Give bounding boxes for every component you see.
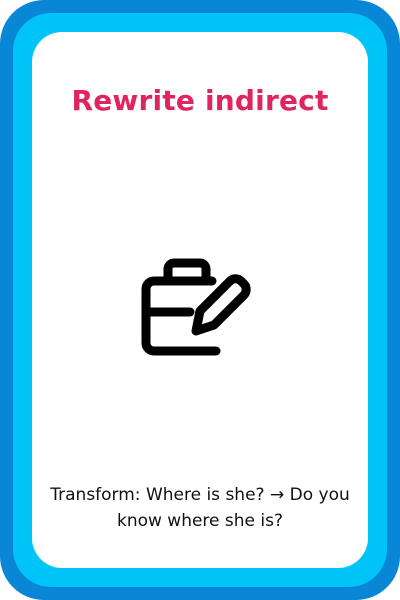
card-prompt-text: Transform: Where is she? → Do you know w… [50,485,350,531]
briefcase-pencil-icon [140,255,260,359]
card-title: Rewrite indirect [71,84,329,117]
